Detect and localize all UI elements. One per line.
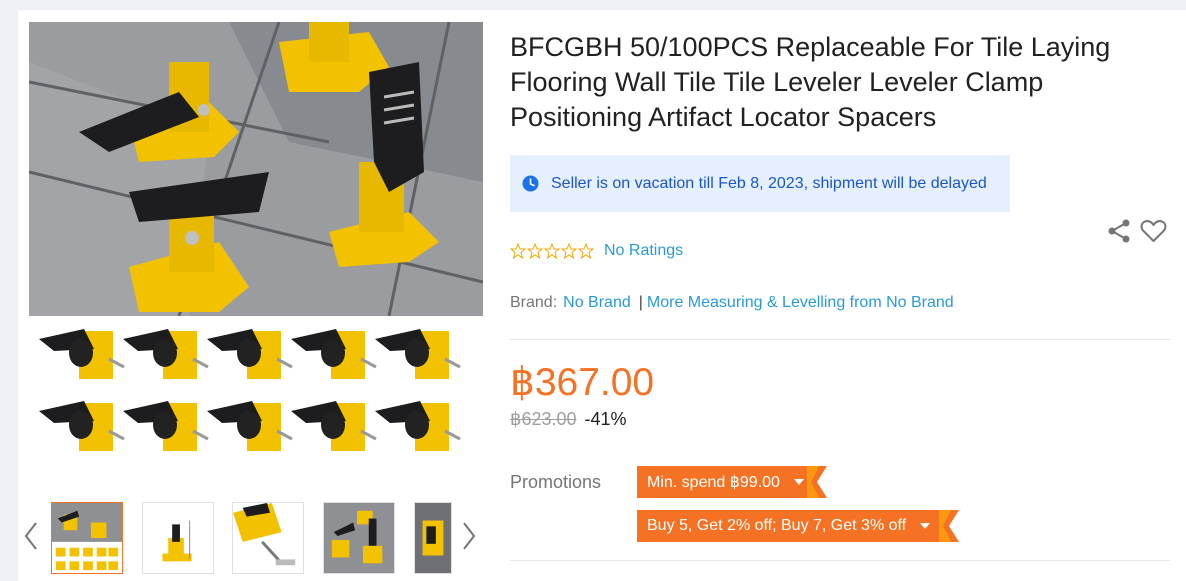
ratings-link[interactable]: No Ratings xyxy=(604,242,683,260)
star-outline-icon xyxy=(510,243,526,259)
divider xyxy=(510,339,1170,340)
rating-row: No Ratings xyxy=(510,240,683,262)
promotion-tag-multi-buy[interactable]: Buy 5, Get 2% off; Buy 7, Get 3% off xyxy=(637,510,959,542)
heart-icon[interactable] xyxy=(1140,218,1167,244)
original-price: ฿623.00 xyxy=(510,409,577,429)
vacation-notice-text: Seller is on vacation till Feb 8, 2023, … xyxy=(551,174,987,192)
brand-label: Brand: xyxy=(510,294,558,311)
thumbnail-carousel xyxy=(18,500,488,576)
caret-down-icon xyxy=(793,479,804,485)
clock-icon xyxy=(522,175,539,192)
chevron-right-icon[interactable] xyxy=(456,516,482,556)
promotions-label: Promotions xyxy=(510,472,602,492)
brand-link[interactable]: No Brand xyxy=(563,294,631,312)
ribbon-edge xyxy=(807,466,827,498)
star-outline-icon xyxy=(527,243,543,259)
main-product-image[interactable] xyxy=(29,22,483,488)
current-price: ฿367.00 xyxy=(510,361,655,404)
original-price-row: ฿623.00 -41% xyxy=(510,409,627,430)
star-outline-icon xyxy=(561,243,577,259)
product-title: BFCGBH 50/100PCS Replaceable For Tile La… xyxy=(510,32,1111,132)
product-photo-clips-grid xyxy=(29,319,483,488)
thumbnail-4[interactable] xyxy=(323,502,395,574)
thumbnail-1[interactable] xyxy=(51,502,123,574)
caret-down-icon xyxy=(920,523,931,529)
thumbnail-3[interactable] xyxy=(232,502,304,574)
ribbon-edge xyxy=(939,510,959,542)
promotion-tag-min-spend[interactable]: Min. spend ฿99.00 xyxy=(637,466,827,498)
brand-row: Brand: No Brand | More Measuring & Level… xyxy=(510,294,954,312)
promotion-tag-label: Buy 5, Get 2% off; Buy 7, Get 3% off xyxy=(647,517,907,534)
thumbnail-5[interactable] xyxy=(414,502,452,574)
chevron-left-icon[interactable] xyxy=(18,516,44,556)
discount-percent: -41% xyxy=(584,409,627,429)
thumbnail-2[interactable] xyxy=(142,502,214,574)
star-outline-icon xyxy=(578,243,594,259)
brand-separator: | xyxy=(638,294,643,311)
rating-stars xyxy=(510,243,594,259)
star-outline-icon xyxy=(544,243,560,259)
product-photo-tiles xyxy=(29,22,483,316)
promotion-tag-label: Min. spend ฿99.00 xyxy=(647,474,780,491)
vacation-notice: Seller is on vacation till Feb 8, 2023, … xyxy=(510,155,1010,212)
more-from-brand-link[interactable]: More Measuring & Levelling from No Brand xyxy=(647,294,954,312)
share-icon[interactable] xyxy=(1106,218,1132,244)
divider xyxy=(510,560,1170,561)
